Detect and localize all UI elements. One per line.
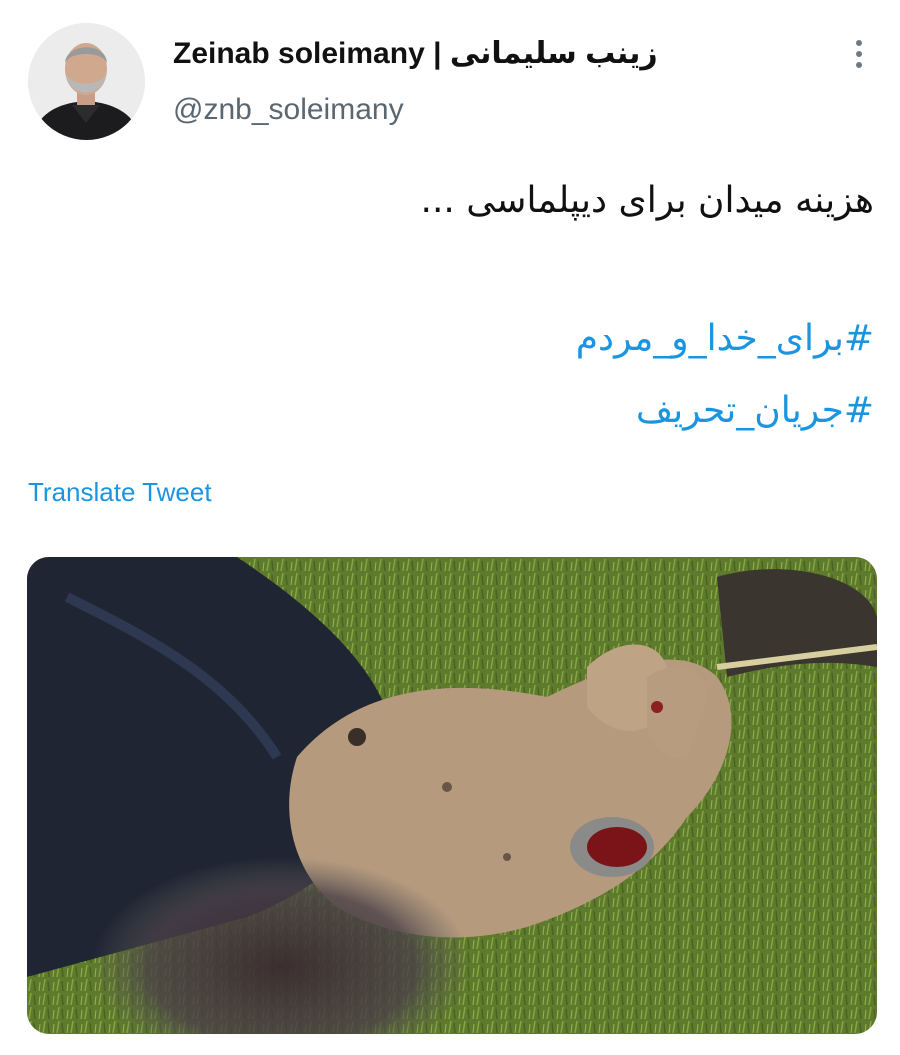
tweet-media-photo[interactable]	[27, 557, 877, 1034]
tweet-card: Zeinab soleimany | زینب سلیمانی @znb_sol…	[0, 0, 900, 1055]
more-vertical-icon[interactable]	[848, 40, 870, 74]
translate-tweet-link[interactable]: Translate Tweet	[28, 477, 212, 508]
author-handle[interactable]: @znb_soleimany	[173, 93, 404, 127]
avatar[interactable]	[28, 23, 145, 140]
hashtag-link[interactable]: #جریان_تحریف	[636, 390, 874, 431]
tweet-text: هزینه میدان برای دیپلماسی ...	[420, 180, 874, 221]
author-name[interactable]: Zeinab soleimany | زینب سلیمانی	[173, 36, 658, 71]
hashtag-link[interactable]: #برای_خدا_و_مردم	[576, 318, 874, 359]
